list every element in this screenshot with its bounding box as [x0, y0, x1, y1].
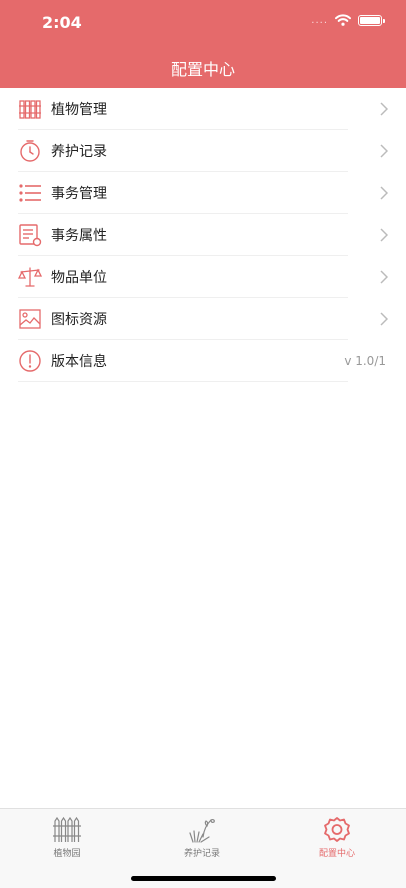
tab-garden[interactable]: 植物园 — [17, 815, 117, 859]
status-time: 2:04 — [42, 13, 82, 32]
header: 2:04 .... 配置中心 — [0, 0, 406, 88]
home-indicator[interactable] — [131, 876, 276, 881]
chevron-right-icon — [380, 228, 388, 242]
version-value: v 1.0/1 — [344, 354, 386, 368]
menu-item-task-management[interactable]: 事务管理 — [0, 172, 406, 214]
menu-item-label: 养护记录 — [51, 144, 107, 160]
list-icon — [19, 184, 41, 202]
gear-icon — [324, 817, 350, 842]
menu-item-version-info[interactable]: 版本信息 v 1.0/1 — [0, 340, 406, 382]
document-icon — [19, 224, 42, 247]
menu-item-label: 图标资源 — [51, 312, 107, 328]
menu-item-label: 事务属性 — [51, 228, 107, 244]
scale-icon — [18, 267, 42, 287]
tab-label: 配置中心 — [318, 849, 355, 859]
settings-menu: 植物管理 养护记录 事务管理 事务属性 物品单位 图标资源 版本信息 v 1.0… — [0, 88, 406, 382]
battery-icon — [358, 14, 385, 26]
chevron-right-icon — [380, 186, 388, 200]
menu-item-plant-management[interactable]: 植物管理 — [0, 88, 406, 130]
status-icons: .... — [311, 14, 385, 26]
info-icon — [19, 350, 41, 372]
menu-item-icon-resources[interactable]: 图标资源 — [0, 298, 406, 340]
tab-label: 植物园 — [53, 849, 81, 859]
chevron-right-icon — [380, 102, 388, 116]
fence-icon — [19, 100, 41, 119]
wifi-icon — [335, 14, 351, 26]
tab-label: 养护记录 — [183, 849, 220, 859]
menu-item-care-records[interactable]: 养护记录 — [0, 130, 406, 172]
tab-config-center[interactable]: 配置中心 — [287, 815, 387, 859]
divider — [18, 381, 348, 382]
plant-icon — [189, 819, 215, 843]
signal-icon: .... — [311, 14, 328, 26]
image-icon — [19, 309, 41, 329]
menu-item-label: 物品单位 — [51, 270, 107, 286]
menu-item-label: 植物管理 — [51, 102, 107, 118]
timer-icon — [20, 140, 40, 162]
chevron-right-icon — [380, 144, 388, 158]
fence-icon — [53, 816, 81, 842]
page-title: 配置中心 — [170, 60, 235, 79]
menu-item-item-units[interactable]: 物品单位 — [0, 256, 406, 298]
menu-item-label: 事务管理 — [51, 186, 107, 202]
chevron-right-icon — [380, 270, 388, 284]
chevron-right-icon — [380, 312, 388, 326]
menu-item-label: 版本信息 — [51, 354, 107, 370]
tab-care-records[interactable]: 养护记录 — [152, 815, 252, 859]
menu-item-task-attributes[interactable]: 事务属性 — [0, 214, 406, 256]
